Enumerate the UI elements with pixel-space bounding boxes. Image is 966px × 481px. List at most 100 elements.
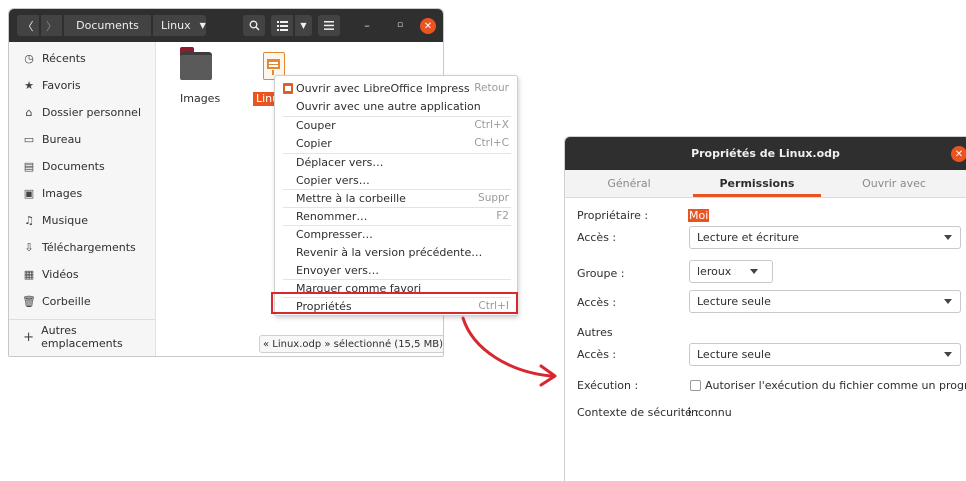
selection-status: « Linux.odp » sélectionné (15,5 MB): [259, 335, 443, 353]
sidebar-item-musique[interactable]: ♫ Musique: [21, 209, 88, 231]
minimize-button[interactable]: –: [360, 18, 374, 32]
maximize-button[interactable]: ▫: [393, 18, 407, 32]
presentation-stand: [272, 70, 274, 75]
menu-button[interactable]: [318, 15, 340, 36]
chevron-right-icon: 〉: [46, 19, 57, 33]
menu-item-label: Revenir à la version précédente…: [296, 245, 483, 259]
home-icon: ⌂: [25, 105, 33, 119]
clock-icon: ◷: [24, 51, 34, 65]
menu-item-label: Renommer…: [296, 209, 368, 223]
file-label-images[interactable]: Images: [180, 92, 220, 105]
caret-down-icon: ▼: [199, 21, 206, 30]
menu-item-send-to[interactable]: Envoyer vers…: [275, 261, 517, 279]
path-button-linux[interactable]: Linux ▼: [152, 15, 206, 36]
sidebar-item-label: Corbeille: [42, 294, 91, 308]
menu-item-label: Déplacer vers…: [296, 155, 384, 169]
context-menu: Ouvrir avec LibreOffice Impress Retour Ou…: [274, 75, 518, 316]
close-button[interactable]: ✕: [420, 18, 436, 34]
menu-item-label: Envoyer vers…: [296, 263, 379, 277]
owner-access-dropdown[interactable]: Lecture et écriture: [689, 226, 961, 249]
caret-down-icon: [944, 235, 952, 240]
dropdown-value: Lecture et écriture: [697, 231, 799, 244]
others-access-dropdown[interactable]: Lecture seule: [689, 343, 961, 366]
menu-item-accel: Ctrl+X: [474, 119, 509, 131]
close-icon: ✕: [954, 148, 964, 160]
menu-item-trash[interactable]: Mettre à la corbeille Suppr: [275, 189, 517, 207]
dropdown-value: leroux: [697, 265, 732, 278]
sidebar-item-images[interactable]: ▣ Images: [21, 182, 82, 204]
menu-item-compress[interactable]: Compresser…: [275, 225, 517, 243]
menu-item-label: Ouvrir avec LibreOffice Impress: [296, 81, 470, 95]
security-context-label: Contexte de sécurité :: [577, 406, 699, 419]
tab-open-with[interactable]: Ouvrir avec: [821, 170, 966, 197]
menu-item-open-other[interactable]: Ouvrir avec une autre application: [275, 97, 517, 115]
star-icon: ★: [24, 78, 34, 92]
video-icon: ▦: [23, 267, 35, 281]
back-button[interactable]: 〈: [17, 15, 39, 36]
document-icon: ▤: [23, 159, 35, 173]
others-label: Autres: [577, 326, 613, 339]
tab-permissions[interactable]: Permissions: [693, 170, 821, 197]
sidebar-item-other-locations[interactable]: + Autres emplacements: [21, 324, 155, 350]
execution-checkbox[interactable]: [690, 380, 701, 391]
sidebar-item-home[interactable]: ⌂ Dossier personnel: [21, 101, 142, 123]
owner-value: Moi: [688, 209, 710, 222]
presentation-line: [269, 62, 278, 64]
sidebar-item-telechargements[interactable]: ⇩ Téléchargements: [21, 236, 135, 258]
path-label-documents: Documents: [76, 19, 139, 32]
menu-item-label: Copier: [296, 136, 332, 150]
caret-down-icon: ▼: [300, 21, 307, 30]
sidebar-item-corbeille[interactable]: 🗑 Corbeille: [21, 290, 91, 312]
sidebar-item-recents[interactable]: ◷ Récents: [21, 47, 86, 69]
group-dropdown[interactable]: leroux: [689, 260, 773, 283]
menu-item-revert[interactable]: Revenir à la version précédente…: [275, 243, 517, 261]
menu-item-move-to[interactable]: Déplacer vers…: [275, 153, 517, 171]
execution-checkbox-label[interactable]: Autoriser l'exécution du fichier comme u…: [705, 379, 966, 392]
sidebar-item-label: Bureau: [42, 132, 82, 146]
sidebar-item-favoris[interactable]: ★ Favoris: [21, 74, 81, 96]
active-tab-indicator: [693, 194, 821, 197]
owner-label: Propriétaire :: [577, 209, 649, 222]
maximize-icon: ▫: [396, 20, 404, 30]
forward-button[interactable]: 〉: [40, 15, 62, 36]
tab-general[interactable]: Général: [565, 170, 693, 197]
path-button-documents[interactable]: Documents: [63, 15, 151, 36]
caret-down-icon: [750, 269, 758, 274]
sidebar: ◷ Récents ★ Favoris ⌂ Dossier personnel ▭ Bu…: [9, 42, 156, 356]
view-options-button[interactable]: ▼: [294, 15, 312, 36]
presentation-line: [269, 65, 278, 67]
sidebar-item-documents[interactable]: ▤ Documents: [21, 155, 105, 177]
sidebar-item-videos[interactable]: ▦ Vidéos: [21, 263, 79, 285]
sidebar-item-label: Musique: [42, 213, 88, 227]
menu-item-open-impress[interactable]: Ouvrir avec LibreOffice Impress Retour: [275, 79, 517, 97]
group-access-dropdown[interactable]: Lecture seule: [689, 290, 961, 313]
menu-item-label: Copier vers…: [296, 173, 370, 187]
menu-item-copy[interactable]: Copier Ctrl+C: [275, 134, 517, 152]
sidebar-item-label: Dossier personnel: [42, 105, 142, 119]
menu-item-label: Mettre à la corbeille: [296, 191, 406, 205]
menu-item-copy-to[interactable]: Copier vers…: [275, 171, 517, 189]
sidebar-item-label: Documents: [42, 159, 105, 173]
menu-item-accel: Retour: [474, 82, 509, 94]
file-manager-header: 〈 〉 Documents Linux ▼ ▼ – ▫ ✕: [9, 9, 443, 42]
search-icon: [249, 20, 259, 31]
sidebar-item-label: Autres emplacements: [41, 324, 123, 350]
menu-item-cut[interactable]: Couper Ctrl+X: [275, 116, 517, 134]
folder-icon[interactable]: [180, 55, 212, 80]
sidebar-item-label: Vidéos: [42, 267, 79, 281]
dialog-title: Propriétés de Linux.odp: [565, 137, 966, 170]
plus-icon: +: [23, 329, 34, 345]
group-access-label: Accès :: [577, 296, 617, 309]
minimize-icon: –: [364, 18, 370, 32]
caret-down-icon: [944, 352, 952, 357]
caret-down-icon: [944, 299, 952, 304]
presentation-screen: [267, 59, 280, 69]
dialog-close-button[interactable]: ✕: [951, 146, 966, 162]
dialog-tabs: Général Permissions Ouvrir avec: [565, 170, 966, 198]
menu-item-rename[interactable]: Renommer… F2: [275, 207, 517, 225]
sidebar-item-bureau[interactable]: ▭ Bureau: [21, 128, 81, 150]
view-toggle-button[interactable]: [271, 15, 293, 36]
search-button[interactable]: [243, 15, 265, 36]
menu-item-label: Compresser…: [296, 227, 373, 241]
close-icon: ✕: [423, 20, 433, 32]
